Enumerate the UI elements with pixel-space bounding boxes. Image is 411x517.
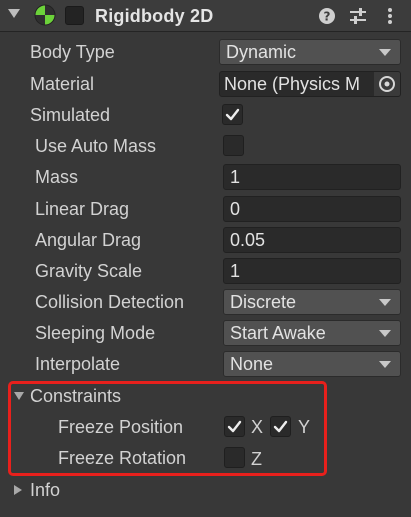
- body-type-dropdown[interactable]: Dynamic: [219, 39, 401, 65]
- linear-drag-value: 0: [230, 199, 241, 219]
- interpolate-dropdown[interactable]: None: [223, 351, 401, 377]
- body-type-row: Body Type Dynamic: [0, 37, 411, 67]
- material-row: Material None (Physics M: [0, 69, 411, 99]
- help-icon[interactable]: ?: [317, 6, 337, 26]
- collision-detection-label: Collision Detection: [35, 292, 185, 312]
- chevron-down-icon: [379, 330, 391, 337]
- rigidbody2d-icon: [34, 4, 56, 26]
- more-menu-icon[interactable]: [380, 6, 400, 26]
- gravity-scale-field[interactable]: 1: [223, 258, 401, 284]
- material-label: Material: [30, 74, 95, 94]
- simulated-row: Simulated: [0, 100, 411, 130]
- collision-detection-row: Collision Detection Discrete: [0, 287, 411, 317]
- chevron-down-icon: [379, 361, 391, 368]
- gravity-scale-label: Gravity Scale: [35, 261, 143, 281]
- component-header: Rigidbody 2D ?: [0, 0, 411, 32]
- mass-row: Mass 1: [0, 162, 411, 192]
- angular-drag-field[interactable]: 0.05: [223, 227, 401, 253]
- simulated-label: Simulated: [30, 105, 111, 125]
- material-value: None (Physics M: [224, 74, 361, 94]
- angular-drag-label: Angular Drag: [35, 230, 142, 250]
- linear-drag-field[interactable]: 0: [223, 196, 401, 222]
- checkmark-icon: [225, 108, 240, 121]
- info-label: Info: [30, 480, 61, 500]
- object-picker-button[interactable]: [374, 72, 400, 96]
- chevron-down-icon: [379, 49, 391, 56]
- gravity-scale-value: 1: [230, 261, 241, 281]
- foldout-collapsed-icon: [14, 485, 22, 495]
- sleeping-mode-row: Sleeping Mode Start Awake: [0, 318, 411, 348]
- use-auto-mass-row: Use Auto Mass: [0, 131, 411, 161]
- collision-detection-value: Discrete: [230, 292, 297, 312]
- mass-label: Mass: [35, 167, 79, 187]
- target-icon: [379, 76, 395, 92]
- mass-field[interactable]: 1: [223, 164, 401, 190]
- angular-drag-row: Angular Drag 0.05: [0, 225, 411, 255]
- interpolate-value: None: [230, 354, 274, 374]
- interpolate-row: Interpolate None: [0, 349, 411, 379]
- mass-value: 1: [230, 167, 241, 187]
- body-type-label: Body Type: [30, 42, 115, 62]
- component-title: Rigidbody 2D: [95, 6, 214, 26]
- collision-detection-dropdown[interactable]: Discrete: [223, 289, 401, 315]
- angular-drag-value: 0.05: [230, 230, 266, 250]
- preset-sliders-icon[interactable]: [348, 6, 368, 26]
- material-object-field[interactable]: None (Physics M: [219, 71, 401, 97]
- simulated-checkbox[interactable]: [222, 104, 243, 125]
- use-auto-mass-label: Use Auto Mass: [35, 136, 157, 156]
- sleeping-mode-label: Sleeping Mode: [35, 323, 156, 343]
- sleeping-mode-value: Start Awake: [230, 323, 326, 343]
- svg-text:?: ?: [324, 10, 331, 24]
- constraints-highlight-box: [8, 381, 327, 476]
- linear-drag-label: Linear Drag: [35, 199, 130, 219]
- info-row[interactable]: Info: [0, 475, 411, 505]
- gravity-scale-row: Gravity Scale 1: [0, 256, 411, 286]
- chevron-down-icon: [379, 299, 391, 306]
- foldout-arrow-icon[interactable]: [8, 9, 20, 18]
- component-enabled-checkbox[interactable]: [65, 6, 84, 25]
- sleeping-mode-dropdown[interactable]: Start Awake: [223, 320, 401, 346]
- body-type-value: Dynamic: [226, 42, 297, 62]
- interpolate-label: Interpolate: [35, 354, 121, 374]
- linear-drag-row: Linear Drag 0: [0, 194, 411, 224]
- use-auto-mass-checkbox[interactable]: [223, 135, 244, 156]
